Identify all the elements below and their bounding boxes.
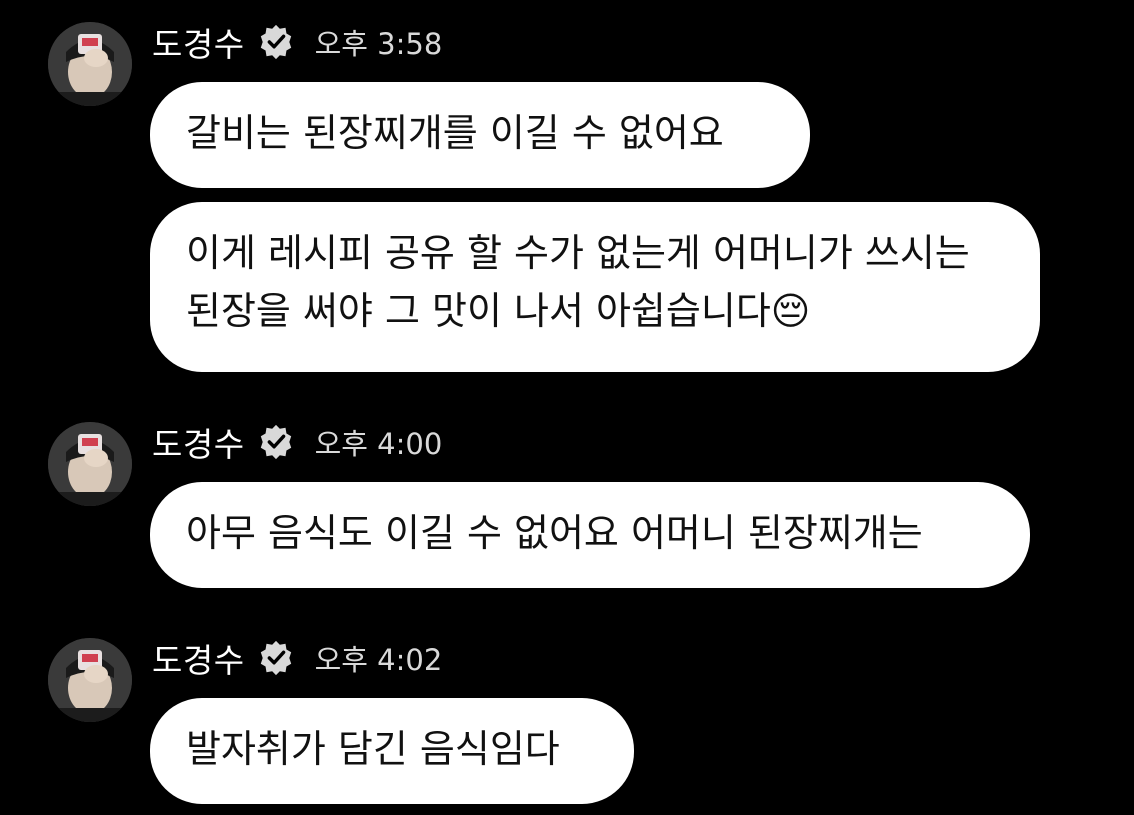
message-header: 도경수 오후 4:02 [152, 634, 442, 682]
avatar-image [48, 638, 132, 722]
sender-name[interactable]: 도경수 [152, 18, 245, 66]
avatar-image [48, 422, 132, 506]
message-text: 발자취가 담긴 음식임다 [186, 727, 560, 771]
message-bubble[interactable]: 갈비는 된장찌개를 이길 수 없어요 [150, 82, 810, 188]
message-time: 오후 4:00 [314, 427, 443, 461]
chat-view: 도경수 오후 3:58 갈비는 된장찌개를 이길 수 없어요 이게 레시피 공유… [0, 0, 1134, 815]
message-time: 오후 4:02 [314, 643, 443, 677]
message-bubble[interactable]: 이게 레시피 공유 할 수가 없는게 어머니가 쓰시는 된장을 써야 그 맛이 … [150, 202, 1040, 372]
message-header: 도경수 오후 3:58 [152, 18, 442, 66]
message-bubble[interactable]: 발자취가 담긴 음식임다 [150, 698, 634, 804]
sender-name[interactable]: 도경수 [152, 418, 245, 466]
message-time: 오후 3:58 [314, 27, 443, 61]
sender-name[interactable]: 도경수 [152, 634, 245, 682]
profile-avatar[interactable] [48, 638, 132, 722]
message-bubble[interactable]: 아무 음식도 이길 수 없어요 어머니 된장찌개는 [150, 482, 1030, 588]
message-text: 아무 음식도 이길 수 없어요 어머니 된장찌개는 [186, 511, 923, 555]
profile-avatar[interactable] [48, 422, 132, 506]
verified-badge-icon [260, 24, 291, 60]
message-text: 갈비는 된장찌개를 이길 수 없어요 [186, 111, 724, 155]
verified-badge-icon [260, 424, 291, 460]
avatar-image [48, 22, 132, 106]
message-header: 도경수 오후 4:00 [152, 418, 442, 466]
verified-badge-icon [260, 640, 291, 676]
message-text: 이게 레시피 공유 할 수가 없는게 어머니가 쓰시는 된장을 써야 그 맛이 … [186, 231, 970, 333]
profile-avatar[interactable] [48, 22, 132, 106]
